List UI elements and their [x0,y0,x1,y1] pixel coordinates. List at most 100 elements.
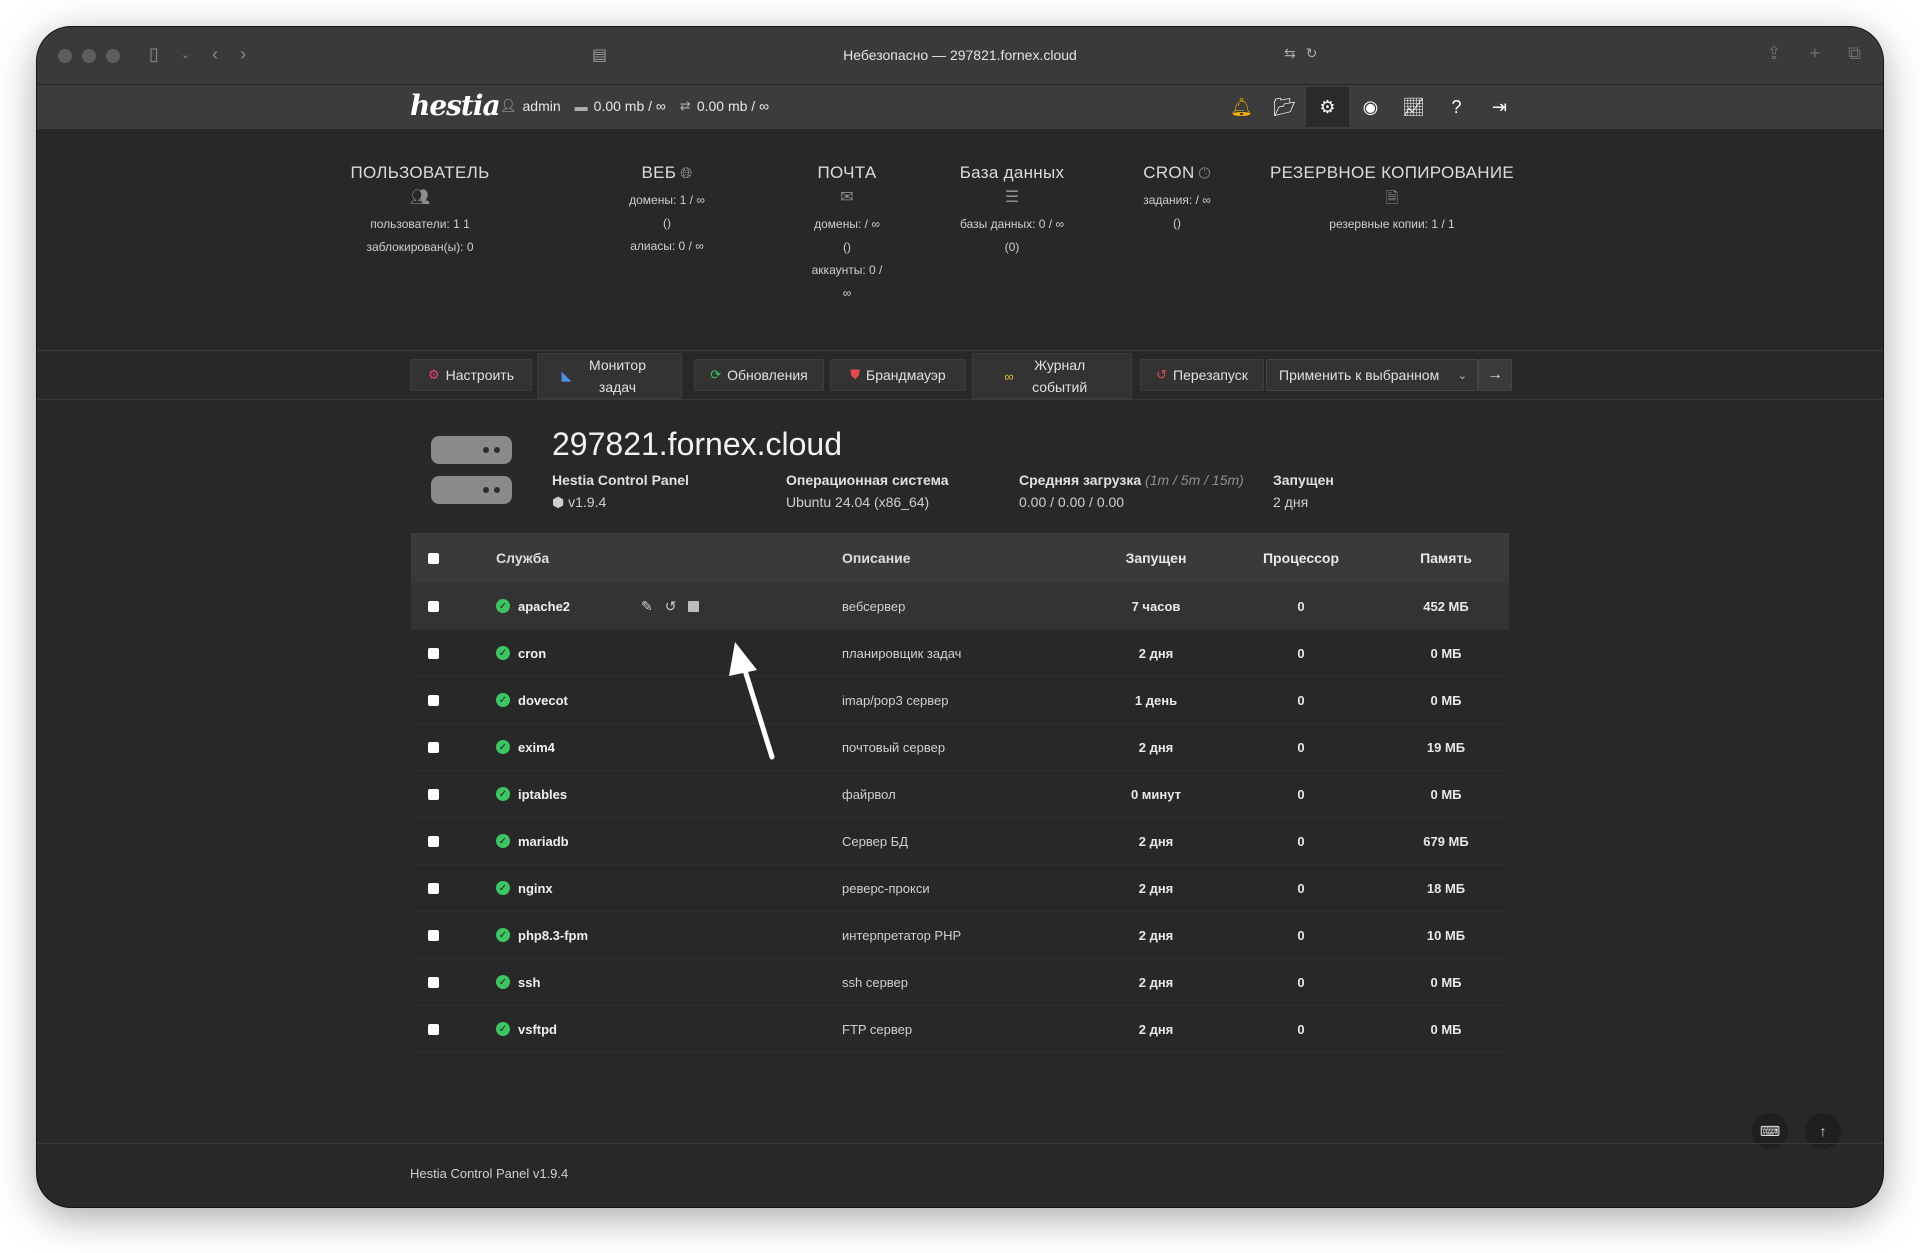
service-description: imap/pop3 сервер [842,692,949,708]
browser-window: ▯ ⌄ ‹ › ▤ Небезопасно — 297821.fornex.cl… [37,27,1883,1207]
file-manager-icon[interactable]: 📂︎ [1263,93,1306,121]
service-name[interactable]: mariadb [518,834,569,849]
restart-icon: ↺ [1156,367,1168,382]
statistics-chart-icon[interactable]: 📈︎ [1392,93,1435,121]
service-name[interactable]: ssh [518,975,540,990]
column-uptime[interactable]: Запущен [1111,533,1201,583]
clock-icon: 🕓︎ [1198,165,1211,182]
service-name[interactable]: iptables [518,787,567,802]
event-log-button[interactable]: ∞ Журнал событий [972,353,1132,399]
apply-action-button[interactable]: → [1478,359,1512,391]
service-memory: 0 МБ [1430,645,1462,661]
service-memory: 0 МБ [1430,974,1462,990]
service-cpu: 0 [1297,739,1305,755]
bandwidth-icon: ⇄ [679,98,691,113]
configure-button[interactable]: ⚙ Настроить [410,359,532,391]
new-tab-icon[interactable]: + [1810,43,1821,64]
disk-usage: 0.00 mb / ∞ [593,98,666,114]
stat-backups[interactable]: РЕЗЕРВНОЕ КОПИРОВАНИЕ 🗎︎ резервные копии… [1252,163,1532,236]
row-checkbox[interactable] [428,694,439,706]
notifications-bell-icon[interactable]: 🔔︎ [1220,93,1263,121]
user-menu[interactable]: 👤︎ admin [500,98,561,114]
table-row: ✓ ssh ssh сервер 2 дня 0 0 МБ [411,959,1509,1006]
select-all-checkbox[interactable] [428,552,439,564]
row-checkbox[interactable] [428,1023,439,1035]
address-bar[interactable]: Небезопасно — 297821.fornex.cloud [37,47,1883,63]
service-memory: 10 МБ [1426,927,1466,943]
hestia-topbar: hestia 👤︎ admin ▬ 0.00 mb / ∞ ⇄ 0.00 mb … [37,85,1883,129]
area-chart-icon: ◣ [561,368,572,383]
edit-pencil-icon[interactable]: ✎ [641,598,653,615]
service-description: Сервер БД [842,833,909,849]
restart-icon[interactable]: ↺ [665,598,677,615]
column-cpu[interactable]: Процессор [1246,533,1356,583]
load-info: Средняя загрузка (1m / 5m / 15m) 0.00 / … [1019,472,1244,510]
arrow-right-icon: → [1487,366,1503,383]
service-cpu: 0 [1297,598,1305,614]
task-monitor-button[interactable]: ◣ Монитор задач [537,353,682,399]
service-uptime: 2 дня [1138,1021,1174,1037]
share-icon[interactable]: ⇪ [1767,43,1782,64]
service-memory: 0 МБ [1430,786,1462,802]
bulk-action-select[interactable]: Применить к выбранном ⌄ [1266,359,1478,391]
table-row: ✓ apache2 ✎ ↺ вебсервер 7 часов 0 452 МБ [411,583,1509,630]
row-checkbox[interactable] [428,929,439,941]
service-description: FTP сервер [842,1021,913,1037]
bandwidth-usage: 0.00 mb / ∞ [696,98,770,114]
column-service[interactable]: Служба [496,533,549,583]
binoculars-icon: ∞ [1004,368,1014,384]
service-name[interactable]: exim4 [518,740,555,755]
pointer-arrow-annotation [729,642,775,760]
service-memory: 452 МБ [1423,598,1469,614]
tab-overview-icon[interactable]: ⧉ [1848,43,1861,64]
stat-users[interactable]: ПОЛЬЗОВАТЕЛЬ 👥︎ пользователи: 1 1 заблоки… [327,163,513,259]
status-ok-icon: ✓ [496,1022,510,1036]
table-header: Служба Описание Запущен Процессор Память [411,533,1509,583]
status-ok-icon: ✓ [496,646,510,660]
table-row: ✓ exim4 почтовый сервер 2 дня 0 19 МБ [411,724,1509,771]
logout-icon[interactable]: ⇥ [1478,93,1521,121]
stat-cron[interactable]: CRON 🕓︎ задания: / ∞() [1107,163,1247,235]
updates-button[interactable]: ⟳ Обновления [694,359,824,391]
help-icon[interactable]: ? [1435,93,1478,121]
translate-icon[interactable]: ⇆ [1284,45,1296,62]
status-ok-icon: ✓ [496,834,510,848]
service-cpu: 0 [1297,786,1305,802]
globe-icon: 🌐︎ [680,165,693,182]
stop-icon[interactable] [688,600,700,612]
table-row: ✓ cron планировщик задач 2 дня 0 0 МБ [411,630,1509,677]
shield-icon: ⛊ [850,367,861,382]
row-checkbox[interactable] [428,600,439,612]
stat-database[interactable]: База данных ☰ базы данных: 0 / ∞ (0) [927,163,1097,259]
service-name[interactable]: php8.3-fpm [518,928,588,943]
row-checkbox[interactable] [428,976,439,988]
row-checkbox[interactable] [428,788,439,800]
account-icon[interactable]: ◉ [1349,93,1392,121]
firewall-button[interactable]: ⛊ Брандмауэр [830,359,966,391]
reload-icon[interactable]: ↻ [1306,45,1318,62]
row-checkbox[interactable] [428,882,439,894]
service-name[interactable]: apache2 [518,599,570,614]
services-table: Служба Описание Запущен Процессор Память… [411,533,1509,1053]
hestia-logo[interactable]: hestia [410,89,501,122]
server-settings-gear-icon[interactable]: ⚙ [1306,87,1349,127]
service-name[interactable]: cron [518,646,546,661]
arrow-up-icon: ↑ [1819,1123,1827,1139]
stat-mail[interactable]: ПОЧТА ✉ домены: / ∞() аккаунты: 0 /∞ [777,163,917,305]
service-name[interactable]: dovecot [518,693,568,708]
file-icon: 🗎︎ [1385,190,1399,207]
table-row: ✓ mariadb Сервер БД 2 дня 0 679 МБ [411,818,1509,865]
restart-button[interactable]: ↺ Перезапуск [1140,359,1264,391]
service-name[interactable]: vsftpd [518,1022,557,1037]
status-ok-icon: ✓ [496,881,510,895]
column-description[interactable]: Описание [842,533,911,583]
row-checkbox[interactable] [428,741,439,753]
browser-toolbar: ▯ ⌄ ‹ › ▤ Небезопасно — 297821.fornex.cl… [37,27,1883,85]
stat-web[interactable]: ВЕБ 🌐︎ домены: 1 / ∞() алиасы: 0 / ∞ [597,163,737,258]
row-checkbox[interactable] [428,647,439,659]
service-cpu: 0 [1297,880,1305,896]
service-name[interactable]: nginx [518,881,553,896]
service-uptime: 2 дня [1138,927,1174,943]
row-checkbox[interactable] [428,835,439,847]
column-memory[interactable]: Память [1396,533,1496,583]
